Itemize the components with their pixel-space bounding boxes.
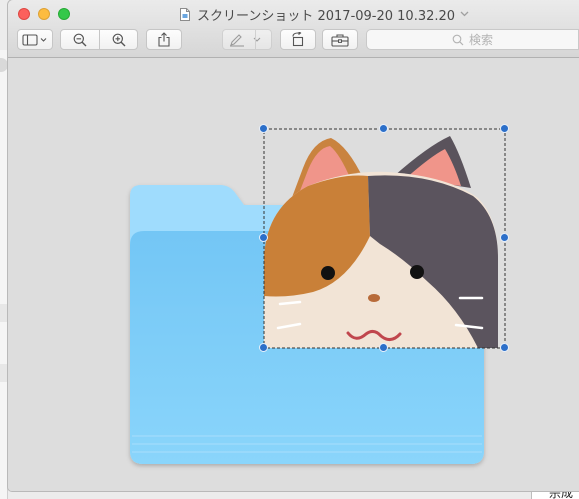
sidebar-toggle-button[interactable] [17, 29, 53, 50]
titlebar: スクリーンショット 2017-09-20 10.32.20 検索 [8, 0, 579, 58]
zoom-button[interactable] [58, 8, 70, 20]
minimize-button[interactable] [38, 8, 50, 20]
resize-handle-top-right[interactable] [500, 124, 509, 133]
share-icon [158, 32, 170, 47]
background-window-edge [0, 50, 8, 499]
sidebar-icon [22, 33, 47, 46]
resize-handle-right[interactable] [500, 233, 509, 242]
resize-handle-bottom-left[interactable] [259, 343, 268, 352]
search-icon [452, 34, 464, 45]
cat-image[interactable] [264, 136, 498, 348]
resize-handle-bottom[interactable] [379, 343, 388, 352]
window-title[interactable]: スクリーンショット 2017-09-20 10.32.20 [180, 5, 469, 24]
search-field[interactable]: 検索 [366, 29, 579, 50]
document-icon [180, 7, 190, 21]
share-button[interactable] [146, 29, 182, 50]
rotate-button[interactable] [280, 29, 316, 50]
rotate-icon [292, 32, 304, 47]
zoom-in-icon [112, 33, 126, 46]
zoom-in-button[interactable] [100, 30, 138, 49]
markup-button[interactable] [222, 29, 272, 50]
chevron-down-icon [253, 37, 261, 42]
resize-handle-left[interactable] [259, 233, 268, 242]
chevron-down-icon[interactable] [460, 11, 469, 17]
document-canvas [8, 58, 579, 491]
window-title-text: スクリーンショット 2017-09-20 10.32.20 [197, 8, 456, 24]
close-button[interactable] [18, 8, 30, 20]
toolbox-icon [331, 33, 349, 47]
zoom-out-button[interactable] [61, 30, 99, 49]
image-view [130, 128, 506, 464]
resize-handle-bottom-right[interactable] [500, 343, 509, 352]
preview-window: スクリーンショット 2017-09-20 10.32.20 検索 [8, 0, 579, 491]
zoom-out-icon [73, 33, 87, 46]
pen-icon [230, 33, 244, 47]
resize-handle-top-left[interactable] [259, 124, 268, 133]
search-placeholder: 検索 [468, 33, 493, 47]
toolbox-button[interactable] [322, 29, 358, 50]
resize-handle-top[interactable] [379, 124, 388, 133]
zoom-control [60, 29, 138, 50]
